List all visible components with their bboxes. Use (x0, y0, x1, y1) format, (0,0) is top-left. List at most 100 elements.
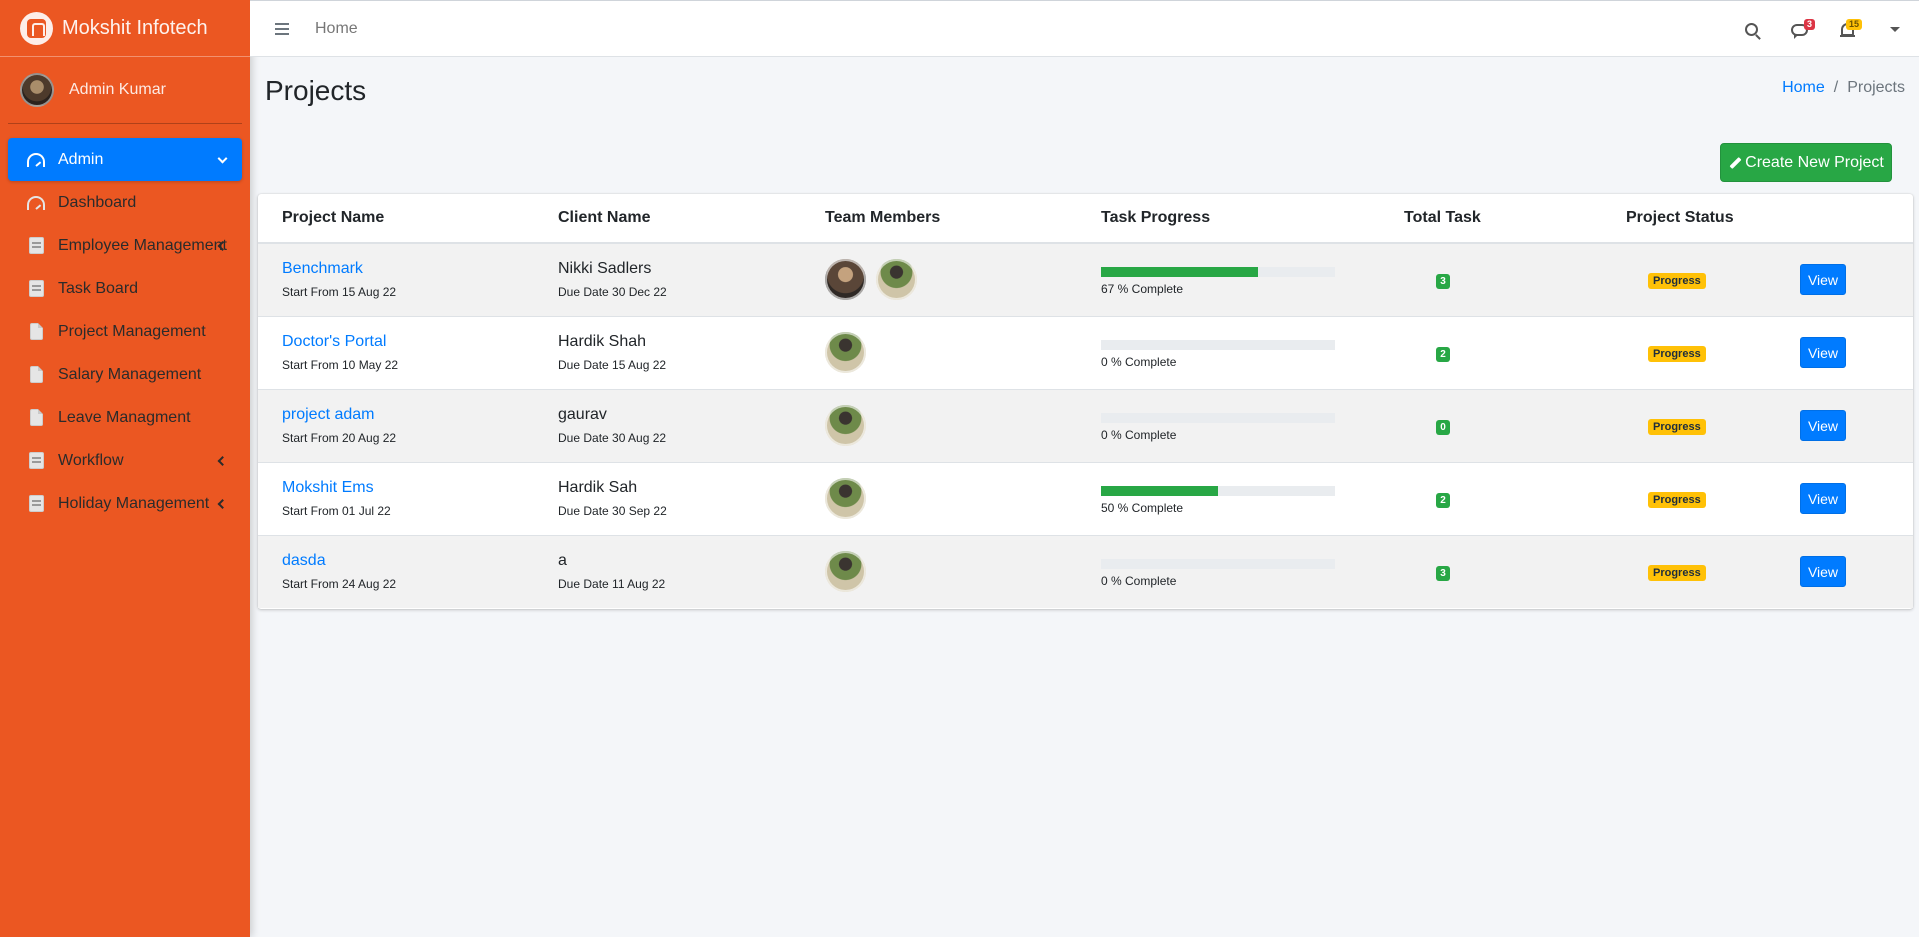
header-project-name: Project Name (258, 194, 558, 244)
project-name-link[interactable]: dasda (282, 552, 558, 570)
header-task-progress: Task Progress (1101, 194, 1404, 244)
status-badge: Progress (1648, 564, 1706, 581)
sidebar-item-label: Dashboard (58, 193, 137, 211)
brand-logo-icon (20, 11, 53, 45)
book-icon (26, 452, 46, 470)
progress-bar (1101, 267, 1335, 278)
project-due-date: Due Date 30 Sep 22 (558, 504, 667, 518)
table-row: Mokshit Ems Start From 01 Jul 22 Hardik … (258, 462, 1913, 535)
team-member-avatar[interactable] (825, 551, 866, 593)
client-name: Nikki Sadlers (558, 260, 652, 278)
view-button[interactable]: View (1800, 337, 1846, 368)
team-members (825, 259, 1101, 301)
sidebar-item-workflow[interactable]: Workflow (8, 439, 242, 482)
user-panel[interactable]: Admin Kumar (8, 57, 242, 124)
page-title: Projects (265, 75, 367, 106)
total-task-badge: 2 (1436, 492, 1450, 508)
sidebar-item-leave-managment[interactable]: Leave Managment (8, 396, 242, 439)
project-due-date: Due Date 11 Aug 22 (558, 577, 666, 592)
breadcrumb: Home / Projects (1782, 79, 1905, 97)
total-task-badge: 0 (1436, 419, 1450, 435)
book-icon (26, 495, 46, 513)
sidebar-item-dashboard[interactable]: Dashboard (8, 181, 242, 224)
sidebar: Mokshit Infotech Admin Kumar Admin Dashb… (0, 0, 250, 937)
gauge-icon (26, 194, 46, 212)
notifications-badge: 15 (1845, 19, 1862, 30)
notifications-button[interactable]: 15 (1823, 1, 1871, 58)
sidebar-item-label: Workflow (58, 451, 124, 469)
header-total-task: Total Task (1404, 194, 1626, 244)
navbar-right: 3 15 (1727, 1, 1919, 58)
total-task-badge: 3 (1436, 273, 1450, 289)
sidebar-item-label: Admin (58, 150, 104, 168)
team-members (825, 405, 1101, 446)
project-start-date: Start From 15 Aug 22 (282, 285, 397, 300)
team-members (825, 332, 1101, 373)
sidebar-item-label: Task Board (58, 279, 139, 297)
sidebar-item-holiday-management[interactable]: Holiday Management (8, 482, 242, 525)
sidebar-item-label: Holiday Management (58, 494, 210, 512)
create-new-project-button[interactable]: Create New Project (1720, 143, 1892, 182)
view-button[interactable]: View (1800, 410, 1846, 441)
team-member-avatar[interactable] (825, 259, 866, 301)
menu-toggle-icon[interactable] (275, 22, 289, 35)
caret-down-icon (1890, 27, 1900, 32)
project-name-link[interactable]: Doctor's Portal (282, 333, 558, 351)
sidebar-item-label: Salary Management (58, 365, 202, 383)
team-member-avatar[interactable] (825, 405, 866, 446)
sidebar-item-task-board[interactable]: Task Board (8, 267, 242, 310)
projects-table: Project Name Client Name Team Members Ta… (258, 194, 1913, 608)
client-name: a (558, 552, 567, 570)
progress-fill (1101, 267, 1258, 278)
project-due-date: Due Date 30 Aug 22 (558, 431, 667, 445)
team-members (825, 551, 1101, 593)
search-icon (1744, 23, 1758, 36)
table-row: Benchmark Start From 15 Aug 22 Nikki Sad… (258, 243, 1913, 316)
gauge-icon (26, 151, 46, 169)
sidebar-item-admin[interactable]: Admin (8, 138, 242, 181)
top-home-link[interactable]: Home (315, 20, 358, 38)
client-name: gaurav (558, 406, 607, 423)
progress-text: 67 % Complete (1101, 282, 1184, 297)
team-member-avatar[interactable] (825, 332, 866, 373)
project-name-link[interactable]: Benchmark (282, 260, 558, 278)
progress-text: 0 % Complete (1101, 355, 1177, 369)
total-task-badge: 3 (1436, 565, 1450, 581)
view-button[interactable]: View (1800, 556, 1846, 588)
header-project-status: Project Status (1626, 194, 1800, 244)
progress-bar (1101, 486, 1335, 496)
team-member-avatar[interactable] (876, 259, 917, 301)
team-members (825, 478, 1101, 519)
progress-bar (1101, 340, 1335, 350)
file-icon (26, 366, 46, 384)
progress-text: 0 % Complete (1101, 428, 1177, 442)
sidebar-item-employee-management[interactable]: Employee Management (8, 224, 242, 267)
breadcrumb-home[interactable]: Home (1782, 79, 1825, 97)
book-icon (26, 280, 46, 298)
progress-bar (1101, 559, 1335, 570)
view-button[interactable]: View (1800, 264, 1846, 296)
table-row: dasda Start From 24 Aug 22 a Due Date 11… (258, 535, 1913, 608)
sidebar-item-salary-management[interactable]: Salary Management (8, 353, 242, 396)
project-name-link[interactable]: Mokshit Ems (282, 479, 558, 497)
user-menu-button[interactable] (1871, 1, 1919, 58)
header-client-name: Client Name (558, 194, 825, 244)
total-task-badge: 2 (1436, 346, 1450, 362)
project-due-date: Due Date 15 Aug 22 (558, 358, 667, 372)
header-action (1800, 194, 1913, 244)
brand-link[interactable]: Mokshit Infotech (0, 0, 250, 57)
status-badge: Progress (1648, 491, 1706, 508)
breadcrumb-current: Projects (1847, 79, 1905, 96)
sidebar-item-project-management[interactable]: Project Management (8, 310, 242, 353)
sidebar-item-label: Leave Managment (58, 408, 191, 426)
progress-bar (1101, 413, 1335, 423)
project-name-link[interactable]: project adam (282, 406, 558, 424)
brand-name: Mokshit Infotech (62, 16, 208, 39)
messages-button[interactable]: 3 (1775, 1, 1823, 58)
view-button[interactable]: View (1800, 483, 1846, 514)
search-button[interactable] (1727, 1, 1775, 58)
user-name[interactable]: Admin Kumar (69, 81, 166, 99)
breadcrumb-separator: / (1833, 79, 1839, 96)
team-member-avatar[interactable] (825, 478, 866, 519)
chevron-left-icon (217, 498, 228, 509)
